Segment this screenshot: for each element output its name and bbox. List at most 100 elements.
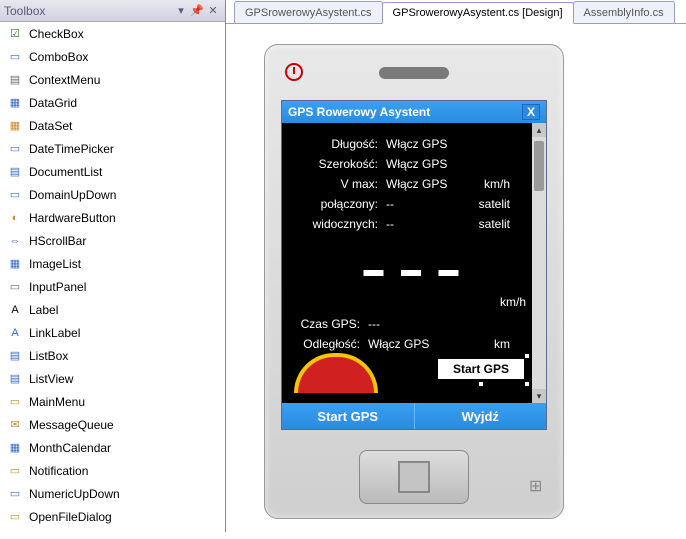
value-dlugosc: Włącz GPS [386, 137, 447, 151]
toolbox-item-mainmenu[interactable]: ▭MainMenu [0, 390, 225, 413]
toolbox-item-label: Label [29, 303, 58, 317]
toolbox-item-listview[interactable]: ▤ ListView [0, 367, 225, 390]
toolbox-item-linklabel[interactable]: ALinkLabel [0, 321, 225, 344]
label-polaczony: połączony: [282, 197, 386, 211]
toolbox-item-label: ContextMenu [29, 73, 100, 87]
toolbox-item-contextmenu[interactable]: ▤ContextMenu [0, 68, 225, 91]
scroll-down-arrow[interactable]: ▾ [532, 389, 546, 403]
row-vmax: V max: Włącz GPS km/h [282, 177, 530, 191]
designer-area: GPSrowerowyAsystent.csGPSrowerowyAsysten… [226, 0, 686, 532]
windows-flag-icon: ⊞ [529, 476, 549, 494]
speed-display: ▬ ▬ ▬ [363, 259, 464, 282]
toolbox-item-label: HScrollBar [29, 234, 86, 248]
power-icon [285, 63, 303, 81]
menu-start-gps[interactable]: Start GPS [282, 403, 414, 429]
form-titlebar[interactable]: GPS Rowerowy Asystent X [282, 101, 546, 123]
listview-icon: ▤ [7, 371, 23, 387]
toolbox-item-documentlist[interactable]: ▤ DocumentList [0, 160, 225, 183]
datetimepicker-icon: ▭ [7, 141, 23, 157]
toolbox-item-monthcalendar[interactable]: ▦MonthCalendar [0, 436, 225, 459]
toolbox-panel: Toolbox ▾ 📌 ✕ ☑CheckBox▭ComboBox▤Context… [0, 0, 226, 532]
toolbox-item-datagrid[interactable]: ▦DataGrid [0, 91, 225, 114]
scroll-up-arrow[interactable]: ▴ [532, 123, 546, 137]
toolbox-item-label: OpenFileDialog [29, 510, 112, 524]
tab-gpsrowerowyasystent-cs--design-[interactable]: GPSrowerowyAsystent.cs [Design] [382, 2, 574, 24]
logo-image [294, 353, 378, 393]
toolbox-list[interactable]: ☑CheckBox▭ComboBox▤ContextMenu▦DataGrid▦… [0, 22, 225, 532]
row-odleglosc: Odległość: Włącz GPS km [282, 337, 530, 351]
toolbox-item-label: ImageList [29, 257, 81, 271]
toolbox-item-dataset[interactable]: ▦DataSet [0, 114, 225, 137]
listbox-icon: ▤ [7, 348, 23, 364]
toolbox-item-messagequeue[interactable]: ✉MessageQueue [0, 413, 225, 436]
toolbox-item-label: ListView [29, 372, 73, 386]
toolbox-item-openfiledialog[interactable]: ▭ OpenFileDialog [0, 505, 225, 528]
openfiledialog-icon: ▭ [7, 509, 23, 525]
toolbox-item-label: DomainUpDown [29, 188, 116, 202]
toolbox-item-hscrollbar[interactable]: ⇔HScrollBar [0, 229, 225, 252]
form-title-text: GPS Rowerowy Asystent [288, 105, 522, 119]
document-tabs: GPSrowerowyAsystent.csGPSrowerowyAsysten… [226, 0, 686, 24]
toolbox-item-combobox[interactable]: ▭ComboBox [0, 45, 225, 68]
label-dlugosc: Długość: [282, 137, 386, 151]
start-gps-button[interactable]: Start GPS [438, 359, 524, 379]
toolbox-item-listbox[interactable]: ▤ListBox [0, 344, 225, 367]
toolbox-item-domainupdown[interactable]: ▭ DomainUpDown [0, 183, 225, 206]
dataset-icon: ▦ [7, 118, 23, 134]
tab-assemblyinfo-cs[interactable]: AssemblyInfo.cs [573, 1, 675, 23]
toolbox-item-label: Notification [29, 464, 88, 478]
device-mockup: GPS Rowerowy Asystent X ▴ ▾ Długość: Włą… [264, 44, 564, 519]
selection-handle[interactable] [524, 381, 530, 387]
row-czas: Czas GPS: --- [282, 317, 530, 331]
numericupdown-icon: ▭ [7, 486, 23, 502]
linklabel-icon: A [7, 325, 23, 341]
form-body[interactable]: ▴ ▾ Długość: Włącz GPS Szerokość: Włącz … [282, 123, 546, 403]
toolbox-item-checkbox[interactable]: ☑CheckBox [0, 22, 225, 45]
toolbox-item-hardwarebutton[interactable]: ◐HardwareButton [0, 206, 225, 229]
vertical-scrollbar[interactable]: ▴ ▾ [532, 123, 546, 403]
form-close-button[interactable]: X [522, 104, 540, 120]
toolbox-item-datetimepicker[interactable]: ▭ DateTimePicker [0, 137, 225, 160]
selection-handle[interactable] [524, 353, 530, 359]
selection-handle[interactable] [478, 381, 484, 387]
value-czas: --- [368, 317, 380, 331]
speed-unit: km/h [500, 295, 526, 309]
toolbox-item-label: DocumentList [29, 165, 102, 179]
value-szerokosc: Włącz GPS [386, 157, 447, 171]
toolbox-item-imagelist[interactable]: ▦ImageList [0, 252, 225, 275]
label-icon: A [7, 302, 23, 318]
device-screen: GPS Rowerowy Asystent X ▴ ▾ Długość: Włą… [281, 100, 547, 430]
row-szerokosc: Szerokość: Włącz GPS [282, 157, 530, 171]
unit-widocznych: satelit [479, 217, 510, 231]
toolbox-item-numericupdown[interactable]: ▭NumericUpDown [0, 482, 225, 505]
documentlist-icon: ▤ [7, 164, 23, 180]
unit-odleglosc: km [494, 337, 510, 351]
toolbox-item-panel[interactable]: ▭Panel [0, 528, 225, 532]
domainupdown-icon: ▭ [7, 187, 23, 203]
pin-icon[interactable]: 📌 [189, 3, 205, 19]
scroll-thumb[interactable] [534, 141, 544, 191]
toolbox-item-label: DateTimePicker [29, 142, 114, 156]
toolbox-item-notification[interactable]: ▭Notification [0, 459, 225, 482]
row-dlugosc: Długość: Włącz GPS [282, 137, 530, 151]
label-widocznych: widocznych: [282, 217, 386, 231]
toolbox-item-label[interactable]: A Label [0, 298, 225, 321]
unit-vmax: km/h [484, 177, 510, 191]
toolbox-item-label: MessageQueue [29, 418, 114, 432]
menu-exit[interactable]: Wyjdź [415, 403, 547, 429]
combobox-icon: ▭ [7, 49, 23, 65]
design-canvas[interactable]: GPS Rowerowy Asystent X ▴ ▾ Długość: Włą… [226, 24, 686, 539]
checkbox-icon: ☑ [7, 26, 23, 42]
dropdown-icon[interactable]: ▾ [173, 3, 189, 19]
tab-gpsrowerowyasystent-cs[interactable]: GPSrowerowyAsystent.cs [234, 1, 383, 23]
label-odleglosc: Odległość: [282, 337, 368, 351]
toolbox-item-label: DataGrid [29, 96, 77, 110]
value-polaczony: -- [386, 197, 394, 211]
row-polaczony: połączony: -- satelit [282, 197, 530, 211]
monthcalendar-icon: ▦ [7, 440, 23, 456]
inputpanel-icon: ▭ [7, 279, 23, 295]
close-icon[interactable]: ✕ [205, 3, 221, 19]
unit-polaczony: satelit [479, 197, 510, 211]
value-odleglosc: Włącz GPS [368, 337, 429, 351]
toolbox-item-inputpanel[interactable]: ▭InputPanel [0, 275, 225, 298]
